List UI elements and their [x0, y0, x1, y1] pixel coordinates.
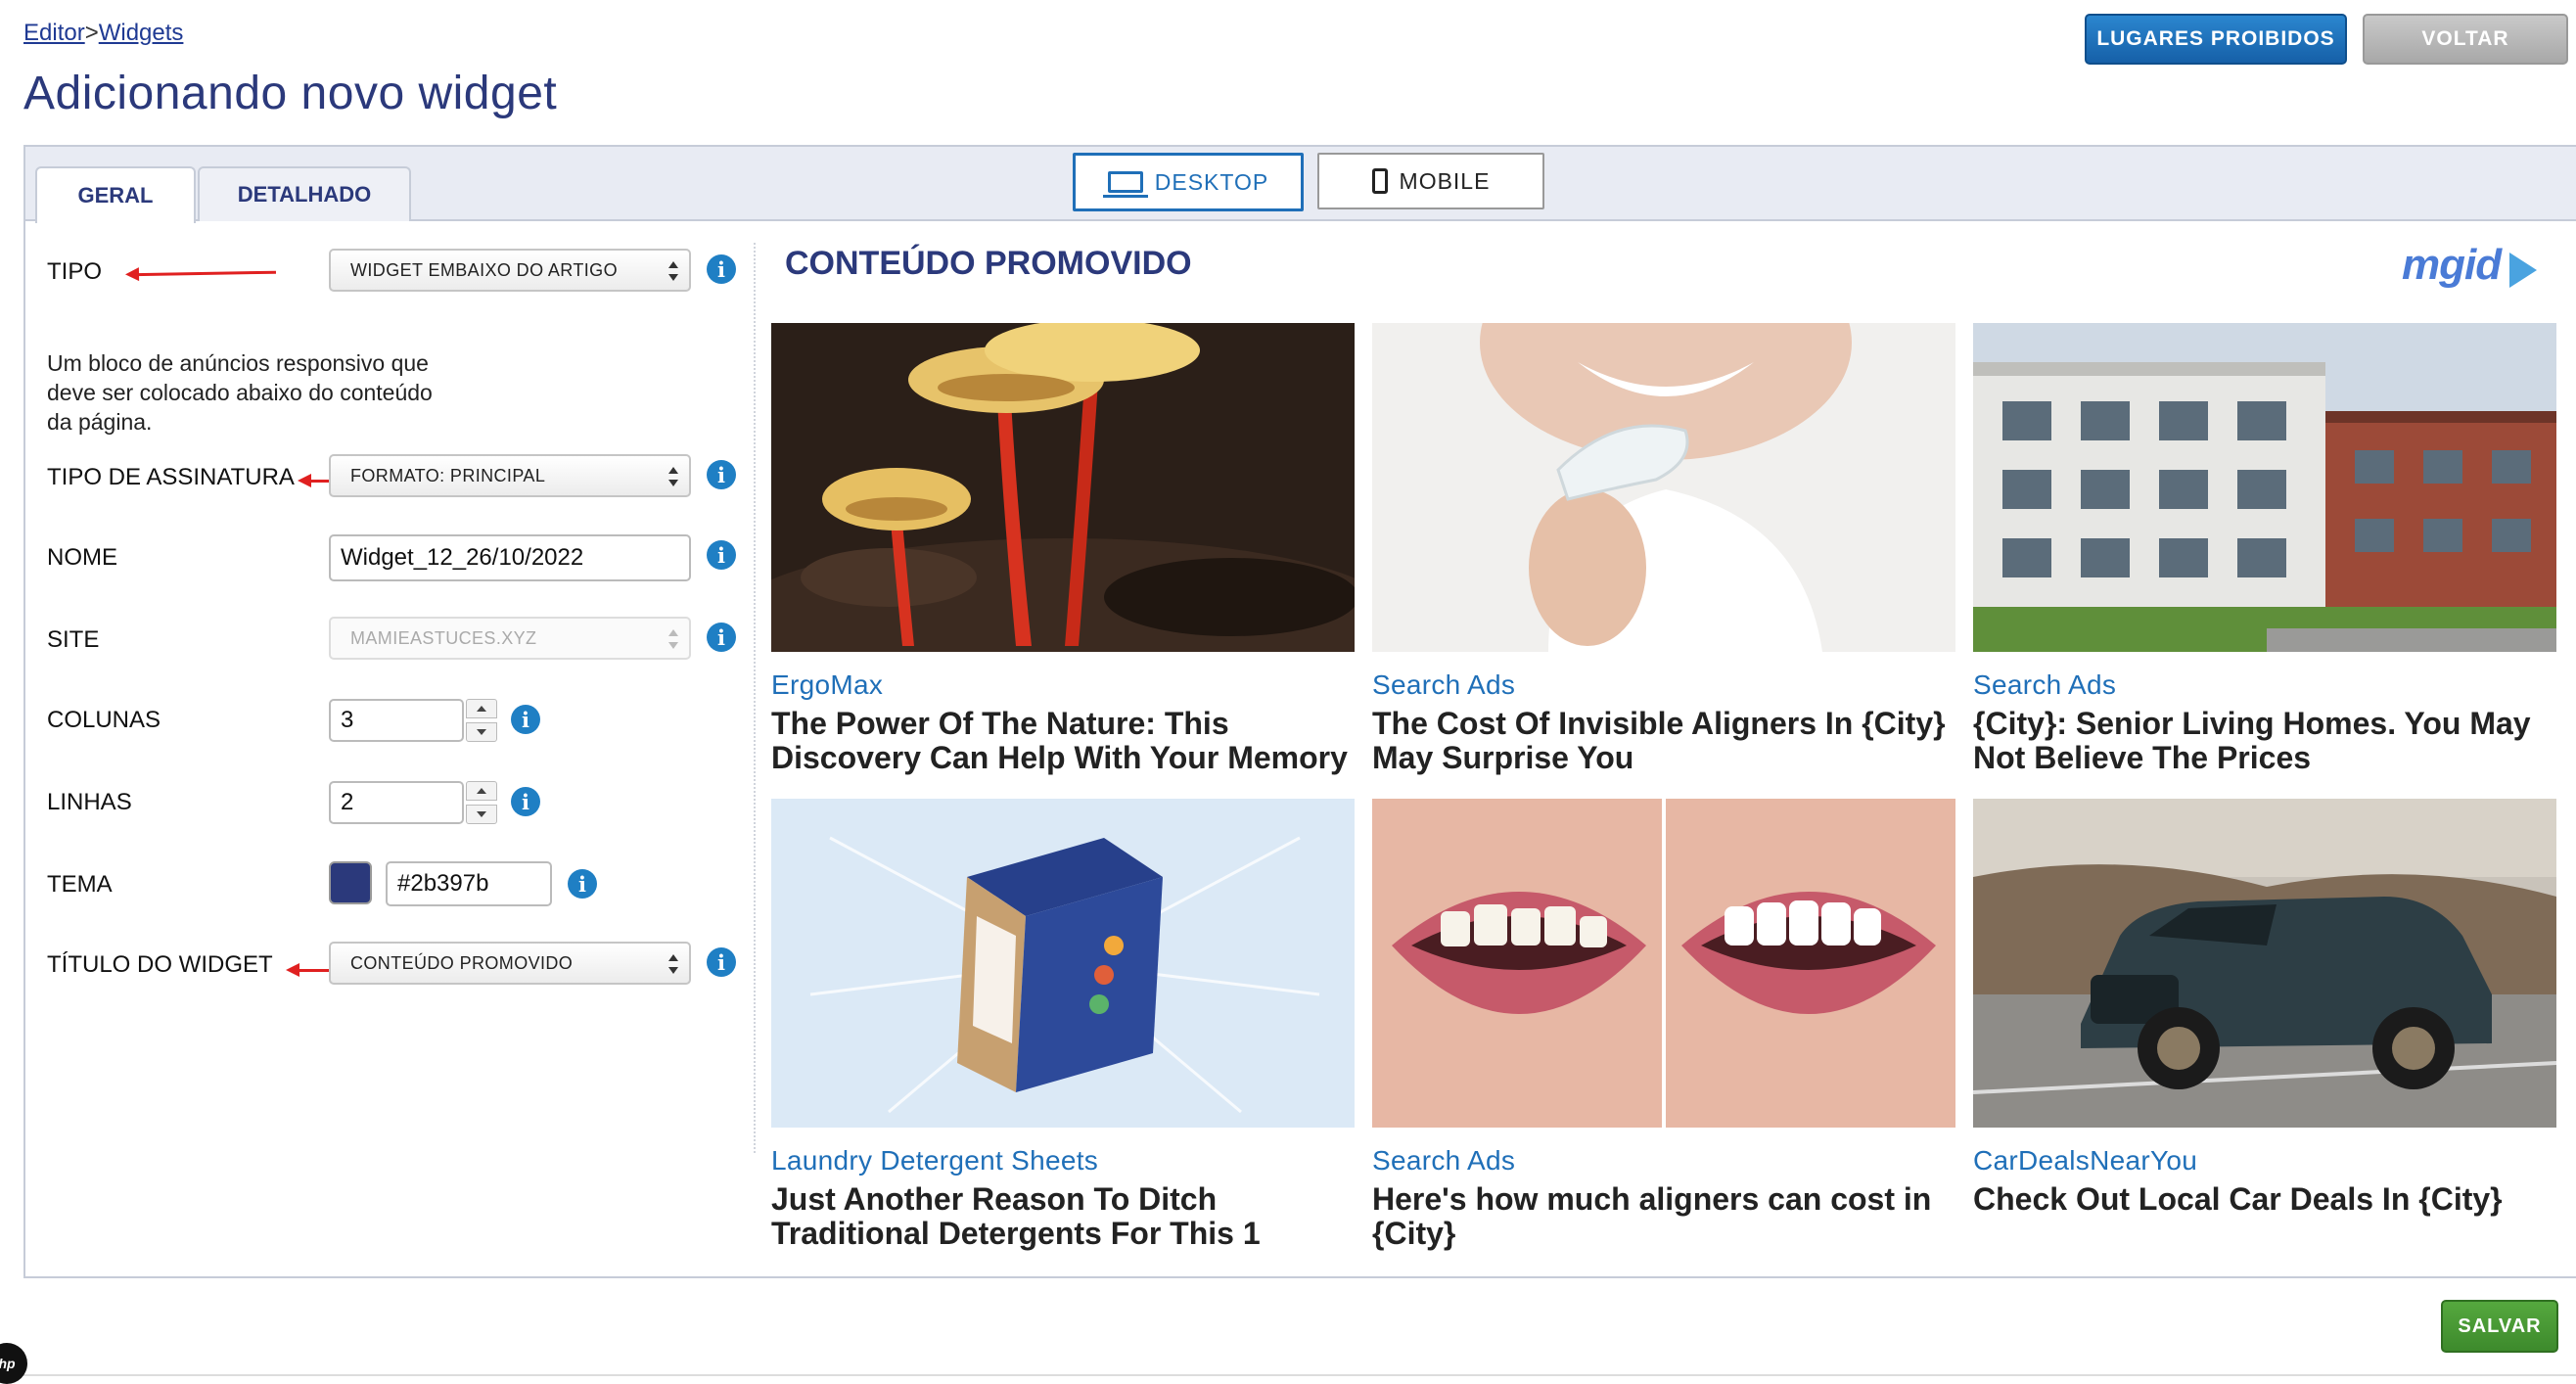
assinatura-label: TIPO DE ASSINATURA [47, 464, 295, 490]
desktop-preview-button[interactable]: DESKTOP [1073, 153, 1304, 211]
site-select-value: MAMIEASTUCES.XYZ [350, 627, 537, 648]
apartment-building-photo[interactable] [1973, 323, 2556, 652]
annotation-arrow [128, 270, 277, 277]
colunas-label: COLUNAS [47, 707, 161, 733]
breadcrumb-separator: > [84, 20, 99, 46]
stepper-up-icon[interactable] [466, 781, 497, 801]
linhas-input[interactable] [329, 781, 464, 824]
tipo-info-icon[interactable]: i [707, 254, 736, 284]
site-info-icon[interactable]: i [707, 623, 736, 652]
select-arrows-icon [667, 258, 679, 284]
stepper-up-icon[interactable] [466, 699, 497, 718]
ad-source[interactable]: Search Ads [1372, 1145, 1515, 1176]
titulo-select[interactable]: CONTEÚDO PROMOVIDO [329, 942, 691, 985]
ad-title[interactable]: The Cost Of Invisible Aligners In {City}… [1372, 707, 1959, 775]
lugares-proibidos-button[interactable]: LUGARES PROIBIDOS [2085, 14, 2347, 65]
suv-photo[interactable] [1973, 799, 2556, 1128]
nome-info-icon[interactable]: i [707, 540, 736, 570]
tipo-select-value: WIDGET EMBAIXO DO ARTIGO [350, 259, 618, 280]
ad-source[interactable]: ErgoMax [771, 669, 883, 701]
ad-title[interactable]: The Power Of The Nature: This Discovery … [771, 707, 1358, 775]
tab-geral[interactable]: GERAL [35, 166, 196, 223]
linhas-stepper[interactable] [466, 781, 499, 824]
ad-title[interactable]: {City}: Senior Living Homes. You May Not… [1973, 707, 2560, 775]
footer-divider [0, 1374, 2576, 1376]
voltar-button[interactable]: VOLTAR [2363, 14, 2568, 65]
panel-tab-bar: GERAL DETALHADO DESKTOP MOBILE [25, 147, 2576, 223]
ad-source[interactable]: Search Ads [1973, 669, 2116, 701]
tema-info-icon[interactable]: i [568, 869, 597, 899]
stepper-down-icon[interactable] [466, 805, 497, 824]
assinatura-select-value: FORMATO: PRINCIPAL [350, 465, 546, 485]
titulo-info-icon[interactable]: i [707, 947, 736, 977]
colunas-input[interactable] [329, 699, 464, 742]
tipo-label: TIPO [47, 258, 103, 285]
page-title: Adicionando novo widget [23, 68, 558, 119]
desktop-label: DESKTOP [1154, 168, 1269, 195]
site-select: MAMIEASTUCES.XYZ [329, 617, 691, 660]
mobile-phone-icon [1371, 168, 1388, 194]
ad-title[interactable]: Here's how much aligners can cost in {Ci… [1372, 1182, 1959, 1251]
ad-source[interactable]: Laundry Detergent Sheets [771, 1145, 1098, 1176]
detergent-box-photo[interactable] [771, 799, 1355, 1128]
linhas-label: LINHAS [47, 789, 132, 815]
breadcrumb-editor-link[interactable]: Editor [23, 20, 85, 46]
select-arrows-icon [667, 464, 679, 489]
tipo-select[interactable]: WIDGET EMBAIXO DO ARTIGO [329, 249, 691, 292]
ad-source[interactable]: CarDealsNearYou [1973, 1145, 2197, 1176]
mobile-preview-button[interactable]: MOBILE [1317, 153, 1544, 209]
mgid-logo: mgid [2402, 241, 2502, 289]
theme-color-swatch[interactable] [329, 861, 372, 904]
ad-title[interactable]: Check Out Local Car Deals In {City} [1973, 1182, 2560, 1217]
assinatura-info-icon[interactable]: i [707, 460, 736, 489]
nome-input[interactable] [329, 534, 691, 581]
breadcrumb: Editor>Widgets [23, 20, 183, 47]
mobile-label: MOBILE [1399, 167, 1491, 194]
tipo-description: Um bloco de anúncios responsivo que deve… [47, 350, 433, 435]
tema-label: TEMA [47, 871, 113, 898]
salvar-button[interactable]: SALVAR [2441, 1300, 2558, 1353]
breadcrumb-widgets-link[interactable]: Widgets [99, 20, 184, 46]
mgid-play-icon [2509, 253, 2537, 288]
titulo-select-value: CONTEÚDO PROMOVIDO [350, 952, 574, 973]
site-label: SITE [47, 626, 100, 653]
nome-label: NOME [47, 544, 117, 571]
colunas-stepper[interactable] [466, 699, 499, 742]
aligner-smile-photo[interactable] [1372, 323, 1955, 652]
widget-editor-panel: GERAL DETALHADO DESKTOP MOBILE TIPO WIDG… [23, 145, 2576, 1278]
select-arrows-icon [667, 951, 679, 977]
colunas-info-icon[interactable]: i [511, 705, 540, 734]
hp-badge-icon: hp [0, 1343, 27, 1384]
ad-source[interactable]: Search Ads [1372, 669, 1515, 701]
titulo-label: TÍTULO DO WIDGET [47, 951, 273, 978]
teeth-before-after-photo[interactable] [1372, 799, 1955, 1128]
select-arrows-icon [667, 626, 679, 652]
assinatura-select[interactable]: FORMATO: PRINCIPAL [329, 454, 691, 497]
form-preview-divider [754, 243, 756, 1153]
tab-detalhado[interactable]: DETALHADO [198, 166, 411, 221]
desktop-monitor-icon [1102, 171, 1148, 198]
stepper-down-icon[interactable] [466, 722, 497, 742]
preview-title: CONTEÚDO PROMOVIDO [785, 245, 1192, 282]
tema-color-input[interactable] [386, 861, 552, 906]
ad-title[interactable]: Just Another Reason To Ditch Traditional… [771, 1182, 1358, 1251]
linhas-info-icon[interactable]: i [511, 787, 540, 816]
mushroom-photo[interactable] [771, 323, 1355, 652]
